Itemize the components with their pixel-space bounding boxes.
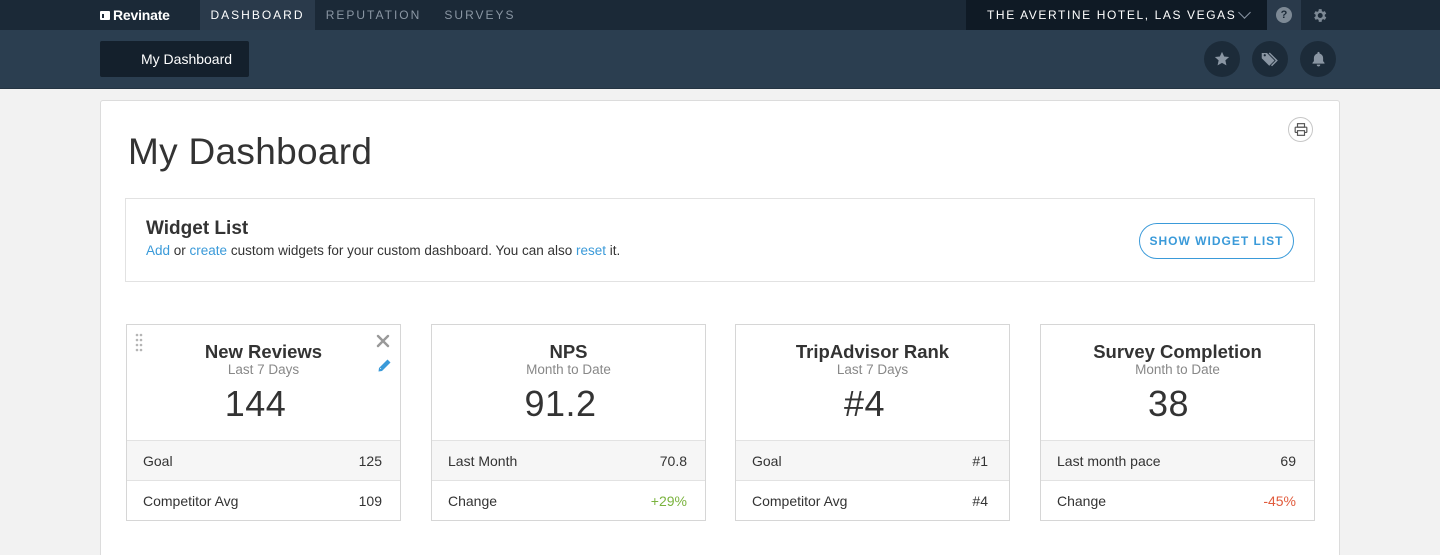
my-dashboard-button[interactable]: My Dashboard <box>100 41 249 77</box>
row-label: Last Month <box>448 453 518 469</box>
row-label: Goal <box>143 453 173 469</box>
widget-list-title: Widget List <box>146 218 249 239</box>
description-end-text: it. <box>606 243 621 258</box>
row-value: #4 <box>972 493 988 509</box>
settings-button[interactable] <box>1305 0 1333 30</box>
widget-period: Last 7 Days <box>227 362 300 377</box>
tab-surveys[interactable]: SURVEYS <box>432 0 528 30</box>
description-middle-text: custom widgets for your custom dashboard… <box>227 243 577 258</box>
row-value: 109 <box>358 493 382 509</box>
widget-survey-completion: Survey Completion Month to Date 38 Last … <box>1040 324 1315 521</box>
widget-list-description: Add or create custom widgets for your cu… <box>146 243 620 258</box>
widget-title: Survey Completion <box>1093 341 1262 362</box>
sub-navbar: My Dashboard <box>0 30 1440 89</box>
widget-row: Change +29% <box>432 480 705 520</box>
widget-new-reviews: New Reviews Last 7 Days 144 Goal 125 Com… <box>126 324 401 521</box>
row-value: #1 <box>972 453 988 469</box>
widget-period: Month to Date <box>1135 362 1220 377</box>
printer-icon <box>1294 123 1307 136</box>
revinate-logo[interactable]: Revinate <box>100 7 170 23</box>
widget-row: Last Month 70.8 <box>432 440 705 480</box>
favorites-button[interactable] <box>1204 41 1240 77</box>
row-value: 70.8 <box>659 453 687 469</box>
or-text: or <box>170 243 190 258</box>
row-value: 69 <box>1280 453 1296 469</box>
print-button[interactable] <box>1288 117 1313 142</box>
tags-icon <box>1261 52 1278 67</box>
widget-value: 38 <box>1147 383 1190 424</box>
row-label: Competitor Avg <box>143 493 239 509</box>
top-navbar: Revinate DASHBOARD REPUTATION SURVEYS TH… <box>0 0 1440 30</box>
row-label: Competitor Avg <box>752 493 848 509</box>
tab-dashboard[interactable]: DASHBOARD <box>200 0 315 30</box>
bell-icon <box>1311 51 1325 67</box>
widget-list-panel: Widget List Add or create custom widgets… <box>125 198 1315 282</box>
logo-text: Revinate <box>113 7 170 23</box>
logo-mark-icon <box>100 10 112 20</box>
widget-value: 144 <box>224 383 287 424</box>
change-negative-value: -45% <box>1263 493 1296 509</box>
widget-period: Month to Date <box>526 362 611 377</box>
chevron-down-icon <box>1238 6 1251 19</box>
row-label: Change <box>448 493 498 509</box>
hotel-name: THE AVERTINE HOTEL, LAS VEGAS <box>987 8 1237 22</box>
hotel-selector[interactable]: THE AVERTINE HOTEL, LAS VEGAS <box>966 0 1267 30</box>
help-button[interactable]: ? <box>1267 0 1301 30</box>
widget-title: New Reviews <box>204 341 323 362</box>
row-label: Goal <box>752 453 782 469</box>
row-value: 125 <box>358 453 382 469</box>
row-label: Last month pace <box>1057 453 1161 469</box>
dashboard-card: My Dashboard Widget List Add or create c… <box>100 100 1340 555</box>
widget-row: Competitor Avg #4 <box>736 480 1009 520</box>
widget-row: Last month pace 69 <box>1041 440 1314 480</box>
tab-reputation[interactable]: REPUTATION <box>315 0 432 30</box>
reset-dashboard-link[interactable]: reset <box>576 243 606 258</box>
widget-title: NPS <box>549 341 588 362</box>
widget-title: TripAdvisor Rank <box>795 341 950 362</box>
add-widget-link[interactable]: Add <box>146 243 170 258</box>
notifications-button[interactable] <box>1300 41 1336 77</box>
widget-tripadvisor-rank: TripAdvisor Rank Last 7 Days #4 Goal #1 … <box>735 324 1010 521</box>
row-label: Change <box>1057 493 1107 509</box>
widget-row: Goal #1 <box>736 440 1009 480</box>
widget-row: Goal 125 <box>127 440 400 480</box>
page-title: My Dashboard <box>128 131 373 172</box>
create-widget-link[interactable]: create <box>190 243 228 258</box>
help-icon: ? <box>1276 7 1292 23</box>
star-icon <box>1214 51 1230 66</box>
widget-row: Competitor Avg 109 <box>127 480 400 520</box>
widget-value: #4 <box>843 383 886 424</box>
widget-value: 91.2 <box>524 383 597 424</box>
show-widget-list-button[interactable]: SHOW WIDGET LIST <box>1139 223 1294 259</box>
change-positive-value: +29% <box>650 493 687 509</box>
widget-row: Change -45% <box>1041 480 1314 520</box>
gear-icon <box>1313 8 1326 22</box>
tags-button[interactable] <box>1252 41 1288 77</box>
widget-period: Last 7 Days <box>836 362 909 377</box>
widget-nps: NPS Month to Date 91.2 Last Month 70.8 C… <box>431 324 706 521</box>
